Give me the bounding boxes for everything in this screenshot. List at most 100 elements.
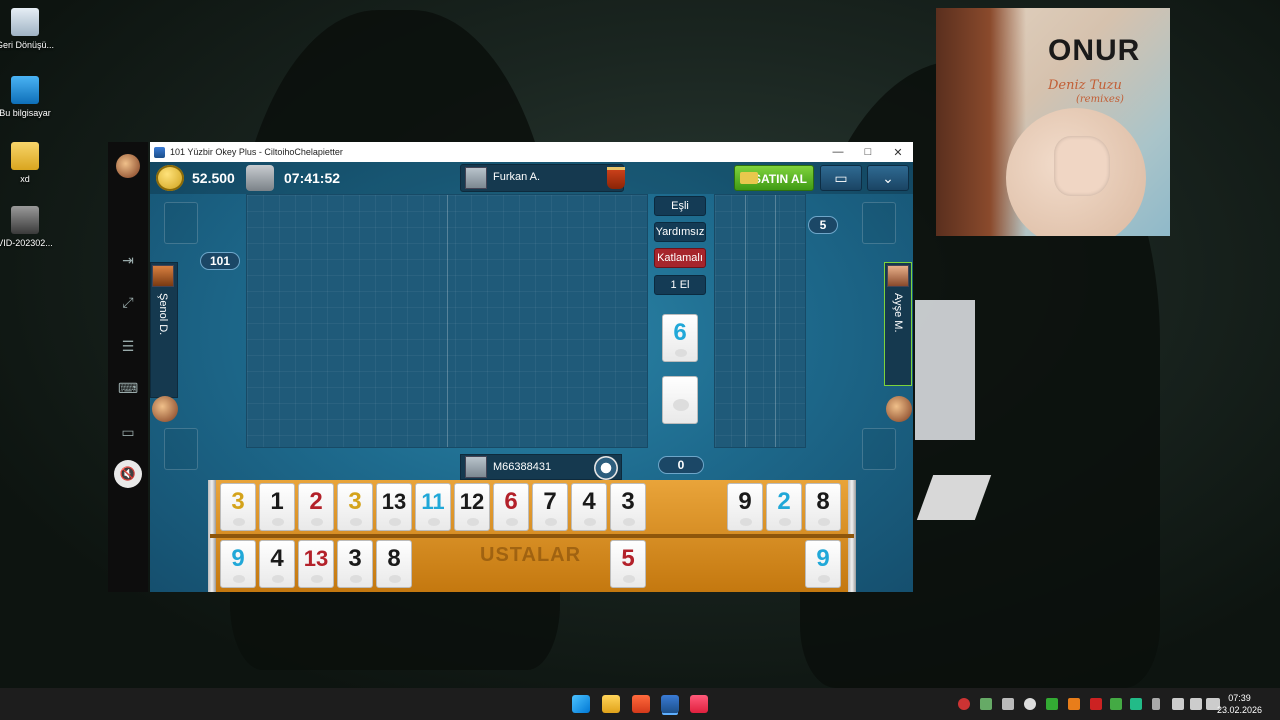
avatar xyxy=(465,167,487,189)
rack-tile-value: 6 xyxy=(504,488,518,515)
file-explorer-icon[interactable] xyxy=(602,695,620,713)
top-player-panel[interactable]: Furkan A. xyxy=(460,164,625,192)
game-app-icon[interactable] xyxy=(661,695,679,713)
tray-icon-5[interactable] xyxy=(1046,698,1058,710)
buy-button-label: SATIN AL xyxy=(753,172,807,186)
tray-icon-7[interactable] xyxy=(1090,698,1102,710)
discard-slot-top-left[interactable] xyxy=(164,202,198,244)
discard-slot-top-right[interactable] xyxy=(862,202,896,244)
rack-tile[interactable]: 11 xyxy=(415,483,451,531)
mute-icon[interactable]: 🔇 xyxy=(114,460,142,488)
clock-date: 23.02.2026 xyxy=(1216,705,1262,715)
windows-start-icon[interactable] xyxy=(572,695,590,713)
rack-tile[interactable]: 4 xyxy=(259,540,295,588)
close-button[interactable]: ✕ xyxy=(883,146,913,159)
score-badge-bottom: 0 xyxy=(658,456,704,474)
score-badge-left: 101 xyxy=(200,252,240,270)
rack-tile[interactable]: 8 xyxy=(376,540,412,588)
rack-tile-value: 4 xyxy=(582,488,596,515)
draw-pile-tile[interactable] xyxy=(662,376,698,424)
rack-tile[interactable]: 2 xyxy=(766,483,802,531)
taskbar-clock[interactable]: 07:39 23.02.2026 xyxy=(1217,692,1262,716)
side-tiles-board[interactable] xyxy=(714,194,806,448)
rack-tile[interactable]: 9 xyxy=(220,540,256,588)
avatar xyxy=(887,265,909,287)
open-tiles-board[interactable] xyxy=(246,194,648,448)
rack-stamp: USTALAR xyxy=(480,544,582,566)
window-titlebar[interactable]: 101 Yüzbir Okey Plus - CiltoihoChelapiet… xyxy=(150,142,913,162)
keyboard-icon[interactable]: ⌨ xyxy=(118,378,138,398)
volume-icon[interactable] xyxy=(1190,698,1202,710)
tag-icon[interactable]: ▭ xyxy=(118,422,138,442)
rack-tile[interactable]: 3 xyxy=(337,483,373,531)
tray-icon-2[interactable] xyxy=(980,698,992,710)
minimize-button[interactable]: — xyxy=(823,146,853,158)
tray-icon-9[interactable] xyxy=(1130,698,1142,710)
rack-tile[interactable]: 5 xyxy=(610,540,646,588)
rack-tile[interactable]: 9 xyxy=(805,540,841,588)
right-player-mascot xyxy=(886,396,912,422)
exit-icon[interactable]: ⇥ xyxy=(118,250,138,270)
album-song-title: Deniz Tuzu xyxy=(1048,78,1122,93)
rack-tile-value: 2 xyxy=(309,488,323,515)
rack-tile[interactable]: 3 xyxy=(220,483,256,531)
menu-dropdown-button[interactable]: ⌄ xyxy=(867,165,909,191)
chip-balance: 52.500 xyxy=(192,170,235,186)
album-hand xyxy=(1054,136,1110,196)
tile-dot xyxy=(389,575,401,583)
tray-icon-4[interactable] xyxy=(1024,698,1036,710)
rack-tile-value: 9 xyxy=(738,488,752,515)
maximize-button[interactable]: □ xyxy=(853,146,883,158)
tray-icon-3[interactable] xyxy=(1002,698,1014,710)
rack-tile-value: 12 xyxy=(459,489,485,514)
right-player-panel[interactable]: Ayşe M. xyxy=(884,262,912,386)
rack-tile[interactable]: 7 xyxy=(532,483,568,531)
microphone-icon[interactable] xyxy=(1152,698,1160,710)
rack-tile[interactable]: 4 xyxy=(571,483,607,531)
tray-icon-6[interactable] xyxy=(1068,698,1080,710)
network-icon[interactable] xyxy=(1172,698,1184,710)
sliders-icon[interactable]: ☰ xyxy=(118,336,138,356)
desktop-icon-folder-xd[interactable]: xd xyxy=(0,142,55,185)
buy-button[interactable]: SATIN AL xyxy=(734,165,814,191)
tile-dot xyxy=(467,518,479,526)
rack-tile[interactable]: 8 xyxy=(805,483,841,531)
desktop-icon-video[interactable]: VID-202302... xyxy=(0,206,55,249)
rack-tile[interactable]: 6 xyxy=(493,483,529,531)
monitor-icon xyxy=(11,76,39,104)
left-player-panel[interactable]: Şenol D. xyxy=(150,262,178,398)
desktop-icon-label: Geri Dönüşü... xyxy=(0,40,55,50)
desktop-icon-label: VID-202302... xyxy=(0,238,53,248)
rack-tile-value: 8 xyxy=(387,545,401,572)
brave-browser-icon[interactable] xyxy=(632,695,650,713)
desktop-icon-recycle-bin[interactable]: Geri Dönüşü... xyxy=(0,8,55,51)
album-artist: ONUR xyxy=(1048,34,1141,67)
rack-tile[interactable]: 13 xyxy=(298,540,334,588)
tray-icon-8[interactable] xyxy=(1110,698,1122,710)
rack-tile[interactable]: 1 xyxy=(259,483,295,531)
eye-icon[interactable] xyxy=(594,456,618,480)
game-timer: 07:41:52 xyxy=(284,170,341,186)
rack-tile[interactable]: 13 xyxy=(376,483,412,531)
tile-rack[interactable]: USTALAR 3 1 2 3 13 11 12 6 7 4 3 9 2 8 9 4 13 3 8 5 9 xyxy=(208,480,856,592)
chat-button[interactable]: ▭ xyxy=(820,165,862,191)
rack-tile[interactable]: 12 xyxy=(454,483,490,531)
rack-tile-value: 2 xyxy=(777,488,791,515)
tea-glass-icon[interactable] xyxy=(607,167,625,189)
rack-tile[interactable]: 3 xyxy=(610,483,646,531)
discard-slot-bottom-left[interactable] xyxy=(164,428,198,470)
tray-icon-1[interactable] xyxy=(958,698,970,710)
indicator-tile: 6 xyxy=(662,314,698,362)
rack-tile[interactable]: 9 xyxy=(727,483,763,531)
tile-dot xyxy=(818,575,830,583)
rack-tile[interactable]: 3 xyxy=(337,540,373,588)
toolbar-avatar[interactable] xyxy=(116,154,140,178)
discard-slot-bottom-right[interactable] xyxy=(862,428,896,470)
music-app-icon[interactable] xyxy=(690,695,708,713)
rack-tile[interactable]: 2 xyxy=(298,483,334,531)
tile-dot xyxy=(818,518,830,526)
recycle-bin-icon xyxy=(11,8,39,36)
expand-icon[interactable]: ⤢ xyxy=(118,292,138,312)
desktop-icon-this-pc[interactable]: Bu bilgisayar xyxy=(0,76,55,119)
tile-dot xyxy=(389,518,401,526)
